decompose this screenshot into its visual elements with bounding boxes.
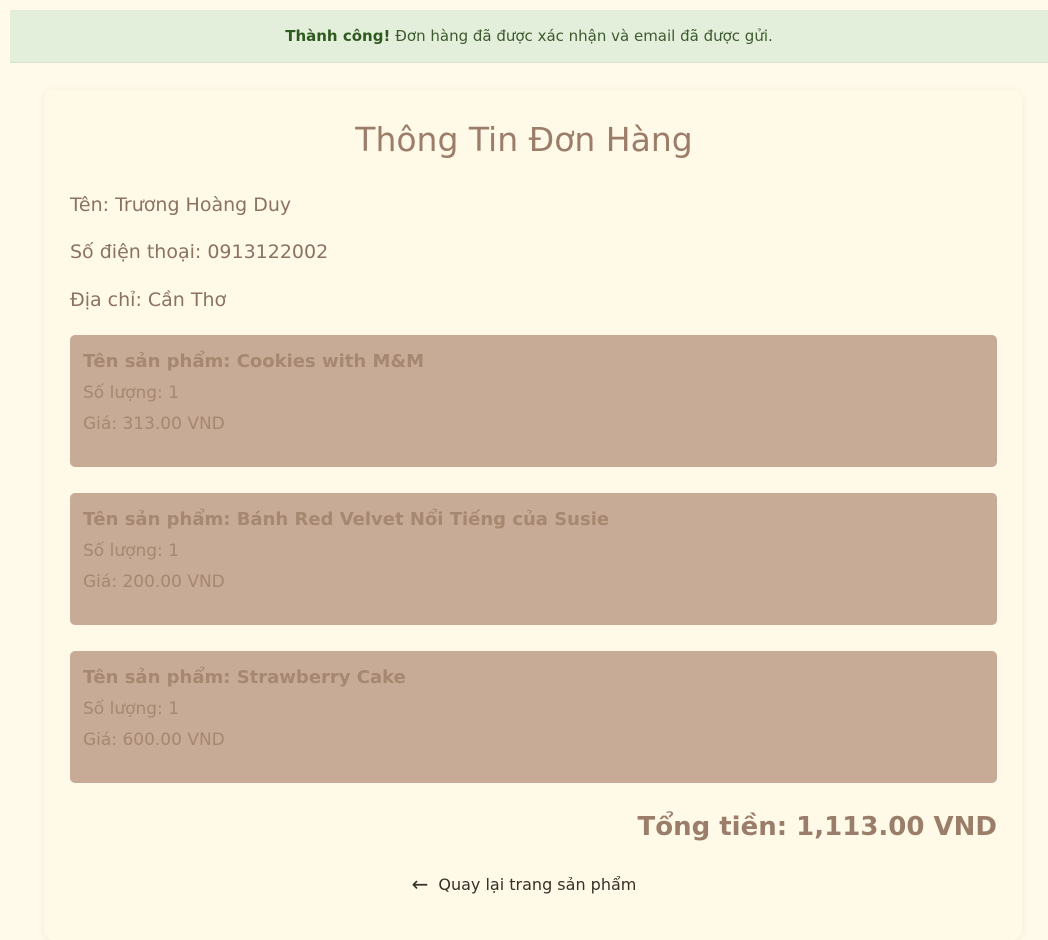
customer-phone: Số điện thoại: 0913122002 <box>70 241 329 263</box>
product-price: Giá: 600.00 VND <box>83 730 225 750</box>
product-quantity: Số lượng: 1 <box>83 699 180 719</box>
alert-strong: Thành công! <box>285 27 391 45</box>
order-item: Tên sản phẩm: Cookies with M&M Số lượng:… <box>70 335 997 467</box>
order-total: Tổng tiền: 1,113.00 VND <box>637 812 997 842</box>
alert-message: Đơn hàng đã được xác nhận và email đã đư… <box>395 27 773 45</box>
customer-name: Tên: Trương Hoàng Duy <box>70 194 292 216</box>
product-name: Tên sản phẩm: Cookies with M&M <box>83 351 424 372</box>
product-name: Tên sản phẩm: Strawberry Cake <box>83 667 406 688</box>
back-link-label: Quay lại trang sản phẩm <box>438 874 637 894</box>
page-title: Thông Tin Đơn Hàng <box>355 120 693 159</box>
product-quantity: Số lượng: 1 <box>83 383 180 403</box>
product-name: Tên sản phẩm: Bánh Red Velvet Nổi Tiếng … <box>83 509 610 530</box>
customer-address: Địa chỉ: Cần Thơ <box>70 289 227 311</box>
order-item: Tên sản phẩm: Strawberry Cake Số lượng: … <box>70 651 997 783</box>
back-to-products-link[interactable]: ← Quay lại trang sản phẩm <box>0 874 1048 894</box>
product-quantity: Số lượng: 1 <box>83 541 180 561</box>
product-price: Giá: 200.00 VND <box>83 572 225 592</box>
success-alert: Thành công! Đơn hàng đã được xác nhận và… <box>10 10 1048 63</box>
product-price: Giá: 313.00 VND <box>83 414 225 434</box>
order-item: Tên sản phẩm: Bánh Red Velvet Nổi Tiếng … <box>70 493 997 625</box>
arrow-left-icon: ← <box>411 872 429 896</box>
